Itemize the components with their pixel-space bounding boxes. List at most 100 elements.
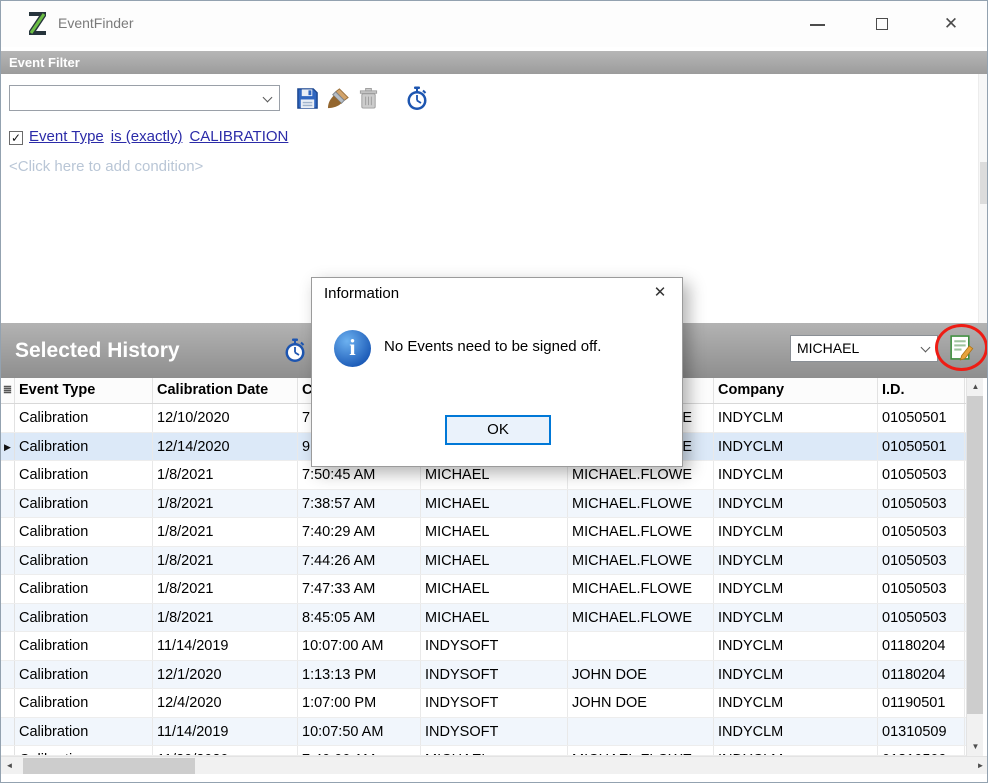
cell: 01310509	[878, 718, 965, 746]
horizontal-scrollbar-thumb[interactable]	[23, 758, 195, 774]
condition-checkbox[interactable]: ✓	[9, 131, 23, 145]
cell: 1/8/2021	[153, 575, 298, 603]
table-row[interactable]: Calibration12/4/20201:07:00 PMINDYSOFTJO…	[1, 689, 966, 718]
saved-filter-combo[interactable]	[9, 85, 280, 111]
cell: 01050503	[878, 547, 965, 575]
table-row[interactable]: Calibration1/8/20217:44:26 AMMICHAELMICH…	[1, 547, 966, 576]
cell: MICHAEL.FLOWE	[568, 518, 714, 546]
row-indicator	[1, 718, 15, 746]
table-row[interactable]: Calibration1/8/20218:45:05 AMMICHAELMICH…	[1, 604, 966, 633]
table-row[interactable]: Calibration11/14/201910:07:50 AMINDYSOFT…	[1, 718, 966, 747]
vertical-scrollbar[interactable]: ▲ ▼	[966, 378, 983, 756]
cell: 10:07:00 AM	[298, 632, 421, 660]
cell: INDYSOFT	[421, 689, 568, 717]
eventfinder-window: EventFinder ✕ Event Filter	[0, 0, 988, 783]
cell: Calibration	[15, 746, 153, 755]
cell: MICHAEL	[421, 518, 568, 546]
cell: MICHAEL	[421, 746, 568, 755]
column-options-icon[interactable]: ≣	[1, 378, 15, 403]
cell: 7:38:57 AM	[298, 490, 421, 518]
save-filter-button[interactable]	[293, 84, 321, 112]
row-indicator	[1, 632, 15, 660]
table-row[interactable]: Calibration1/8/20217:47:33 AMMICHAELMICH…	[1, 575, 966, 604]
scroll-right-button[interactable]: ►	[972, 757, 988, 775]
ok-button[interactable]: OK	[445, 415, 551, 445]
cell: Calibration	[15, 404, 153, 432]
cell: 1:07:00 PM	[298, 689, 421, 717]
cell: 7:40:29 AM	[298, 518, 421, 546]
clear-filter-button[interactable]	[324, 84, 352, 112]
add-condition-link[interactable]: <Click here to add condition>	[9, 158, 203, 175]
filter-scrollbar-thumb[interactable]	[980, 162, 988, 204]
row-indicator	[1, 689, 15, 717]
cell: MICHAEL	[421, 575, 568, 603]
cell: Calibration	[15, 575, 153, 603]
info-icon: i	[334, 330, 371, 367]
cell: 01050501	[878, 404, 965, 432]
cell: 8:45:05 AM	[298, 604, 421, 632]
cell: 11/14/2019	[153, 718, 298, 746]
table-row[interactable]: Calibration11/20/20207:40:00 AMMICHAELMI…	[1, 746, 966, 756]
cell: JOHN DOE	[568, 661, 714, 689]
close-button[interactable]: ✕	[925, 1, 977, 47]
cell: INDYSOFT	[421, 661, 568, 689]
cell: 01190501	[878, 689, 965, 717]
condition-value-link[interactable]: CALIBRATION	[189, 128, 288, 145]
filter-scrollbar[interactable]	[978, 74, 988, 323]
scroll-down-button[interactable]: ▼	[967, 738, 984, 755]
cell: 01050503	[878, 461, 965, 489]
cell: INDYCLM	[714, 604, 878, 632]
cell	[568, 632, 714, 660]
row-indicator	[1, 604, 15, 632]
selected-history-timer-button[interactable]	[284, 338, 306, 368]
column-header[interactable]: Event Type	[15, 378, 153, 403]
cell: MICHAEL.FLOWE	[568, 575, 714, 603]
cell: MICHAEL.FLOWE	[568, 490, 714, 518]
scroll-left-button[interactable]: ◄	[1, 757, 18, 775]
cell: INDYCLM	[714, 746, 878, 755]
table-row[interactable]: Calibration11/14/201910:07:00 AMINDYSOFT…	[1, 632, 966, 661]
row-indicator	[1, 461, 15, 489]
cell: 7:47:33 AM	[298, 575, 421, 603]
cell: INDYCLM	[714, 718, 878, 746]
condition-field-link[interactable]: Event Type	[29, 128, 104, 145]
cell: 01310509	[878, 746, 965, 755]
cell: MICHAEL	[421, 490, 568, 518]
table-row[interactable]: Calibration1/8/20217:40:29 AMMICHAELMICH…	[1, 518, 966, 547]
table-row[interactable]: Calibration1/8/20217:38:57 AMMICHAELMICH…	[1, 490, 966, 519]
horizontal-scrollbar[interactable]: ◄ ►	[1, 756, 988, 774]
run-filter-button[interactable]	[403, 84, 431, 112]
checkmark-icon: ✓	[11, 131, 21, 145]
minimize-button[interactable]	[795, 1, 841, 47]
delete-filter-button[interactable]	[354, 84, 382, 112]
cell: 12/1/2020	[153, 661, 298, 689]
annotation-ellipse	[935, 324, 988, 371]
cell: Calibration	[15, 718, 153, 746]
cell: 1/8/2021	[153, 604, 298, 632]
cell: MICHAEL	[421, 547, 568, 575]
cell: INDYCLM	[714, 433, 878, 461]
cell: 1/8/2021	[153, 547, 298, 575]
column-header[interactable]: Company	[714, 378, 878, 403]
event-filter-header: Event Filter	[1, 51, 987, 74]
chevron-down-icon	[263, 93, 273, 103]
minimize-icon	[810, 24, 825, 26]
cell: 1/8/2021	[153, 490, 298, 518]
row-indicator	[1, 661, 15, 689]
condition-operator-link[interactable]: is (exactly)	[111, 128, 183, 145]
vertical-scrollbar-thumb[interactable]	[967, 396, 983, 714]
column-header[interactable]: I.D.	[878, 378, 965, 403]
cell: Calibration	[15, 433, 153, 461]
table-row[interactable]: Calibration12/1/20201:13:13 PMINDYSOFTJO…	[1, 661, 966, 690]
scroll-up-button[interactable]: ▲	[967, 378, 984, 395]
cell: 01050503	[878, 490, 965, 518]
row-indicator	[1, 518, 15, 546]
cell: 1/8/2021	[153, 461, 298, 489]
cell: Calibration	[15, 661, 153, 689]
dialog-close-button[interactable]: ✕	[638, 278, 682, 308]
maximize-button[interactable]	[859, 1, 905, 47]
cell: INDYCLM	[714, 575, 878, 603]
cell: 01050501	[878, 433, 965, 461]
user-filter-combo[interactable]: MICHAEL	[790, 335, 938, 362]
column-header[interactable]: Calibration Date	[153, 378, 298, 403]
